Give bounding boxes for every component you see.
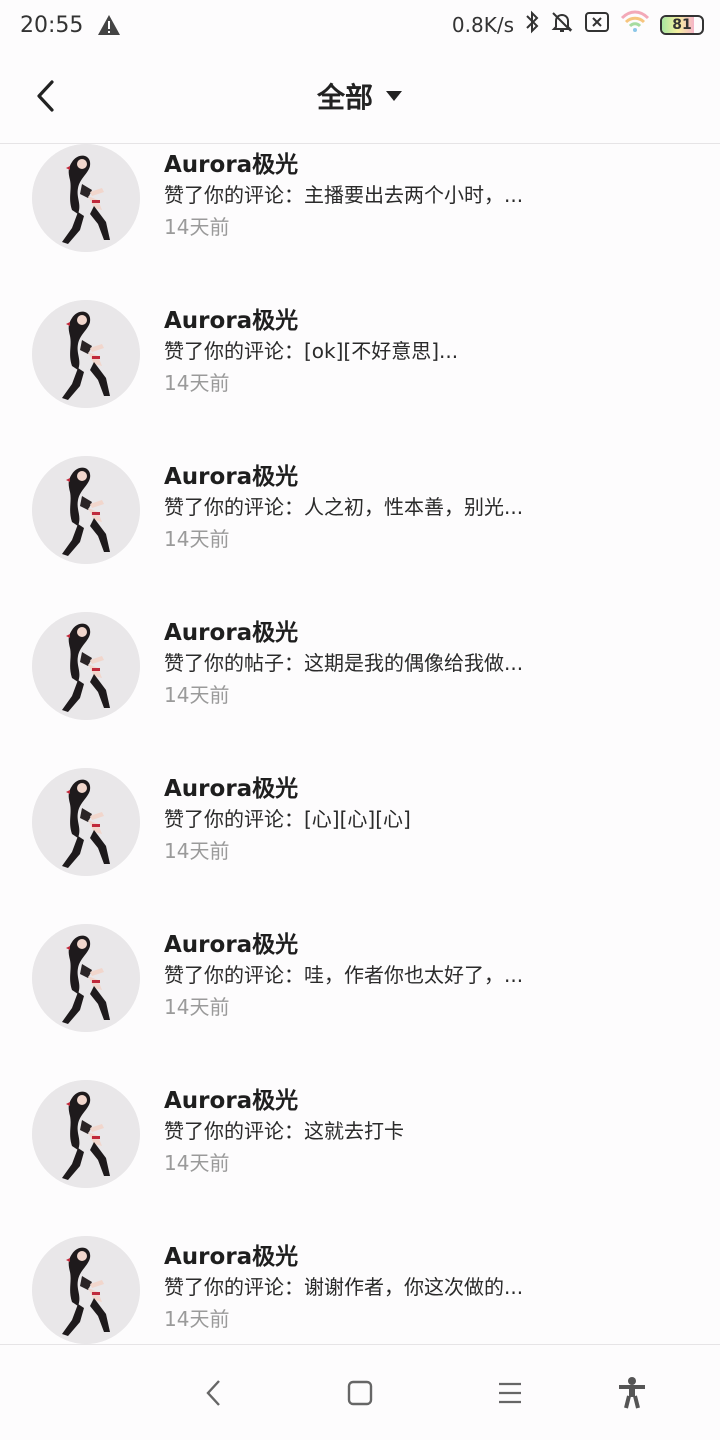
avatar[interactable] (32, 144, 140, 252)
nav-back-button[interactable] (194, 1373, 234, 1413)
avatar-image (32, 1236, 140, 1344)
nav-home-button[interactable] (340, 1373, 380, 1413)
nav-back-icon (206, 1380, 220, 1406)
avatar-image (32, 144, 140, 252)
nav-menu-button[interactable] (490, 1373, 530, 1413)
notification-message: 赞了你的评论：[ok][不好意思]... (164, 339, 459, 363)
avatar[interactable] (32, 456, 140, 564)
notification-user-name[interactable]: Aurora极光 (164, 769, 298, 803)
notification-message: 赞了你的评论：这就去打卡 (164, 1119, 404, 1143)
avatar[interactable] (32, 924, 140, 1032)
notification-user-name[interactable]: Aurora极光 (164, 457, 298, 491)
accessibility-icon (619, 1377, 645, 1409)
notification-time: 14天前 (164, 1151, 230, 1175)
sim-off-icon (584, 11, 610, 39)
notification-item[interactable]: Aurora极光 赞了你的评论：哇，作者你也太好了，... 14天前 (0, 872, 720, 1032)
notification-time: 14天前 (164, 839, 230, 863)
notification-message: 赞了你的帖子：这期是我的偶像给我做... (164, 651, 524, 675)
notification-message: 赞了你的评论：主播要出去两个小时，... (164, 183, 524, 207)
notification-time: 14天前 (164, 371, 230, 395)
status-time: 20:55 (20, 12, 84, 38)
nav-home-icon (347, 1380, 373, 1406)
avatar[interactable] (32, 1080, 140, 1188)
battery-indicator: 81 (660, 15, 704, 35)
header: 全部 (0, 50, 720, 144)
system-nav-bar (0, 1344, 720, 1440)
notification-time: 14天前 (164, 683, 230, 707)
notification-item[interactable]: Aurora极光 赞了你的评论：主播要出去两个小时，... 14天前 (0, 144, 720, 252)
notification-user-name[interactable]: Aurora极光 (164, 1237, 298, 1271)
wifi-icon (620, 10, 650, 40)
avatar[interactable] (32, 1236, 140, 1344)
notification-item[interactable]: Aurora极光 赞了你的评论：谢谢作者，你这次做的... 14天前 (0, 1184, 720, 1344)
avatar-image (32, 300, 140, 408)
filter-dropdown[interactable]: 全部 (0, 76, 720, 116)
notification-item[interactable]: Aurora极光 赞了你的帖子：这期是我的偶像给我做... 14天前 (0, 560, 720, 720)
bluetooth-icon (524, 10, 540, 40)
notification-item[interactable]: Aurora极光 赞了你的评论：人之初，性本善，别光... 14天前 (0, 404, 720, 564)
accessibility-button[interactable] (612, 1373, 652, 1413)
notification-message: 赞了你的评论：哇，作者你也太好了，... (164, 963, 524, 987)
bell-muted-icon (550, 10, 574, 40)
status-bar: 20:55 0.8K/s 81 (0, 0, 720, 50)
notification-user-name[interactable]: Aurora极光 (164, 925, 298, 959)
notification-time: 14天前 (164, 527, 230, 551)
notification-item[interactable]: Aurora极光 赞了你的评论：[心][心][心] 14天前 (0, 716, 720, 876)
page-title: 全部 (316, 81, 373, 114)
avatar[interactable] (32, 612, 140, 720)
caret-down-icon (386, 91, 402, 101)
battery-level: 81 (672, 17, 692, 33)
avatar-image (32, 924, 140, 1032)
avatar-image (32, 456, 140, 564)
notification-user-name[interactable]: Aurora极光 (164, 1081, 298, 1115)
avatar[interactable] (32, 768, 140, 876)
notification-time: 14天前 (164, 215, 230, 239)
avatar-image (32, 768, 140, 876)
status-right-group: 0.8K/s 81 (452, 10, 704, 40)
notification-item[interactable]: Aurora极光 赞了你的评论：这就去打卡 14天前 (0, 1028, 720, 1188)
net-speed: 0.8K/s (451, 13, 514, 37)
avatar-image (32, 612, 140, 720)
notification-time: 14天前 (164, 995, 230, 1019)
notification-list[interactable]: Aurora极光 赞了你的评论：主播要出去两个小时，... 14天前 Auror… (0, 144, 720, 1344)
nav-menu-icon (499, 1382, 521, 1404)
notification-message: 赞了你的评论：[心][心][心] (164, 807, 411, 831)
notification-message: 赞了你的评论：人之初，性本善，别光... (164, 495, 524, 519)
notification-message: 赞了你的评论：谢谢作者，你这次做的... (164, 1275, 524, 1299)
notification-time: 14天前 (164, 1307, 230, 1331)
notification-user-name[interactable]: Aurora极光 (164, 145, 298, 179)
notification-item[interactable]: Aurora极光 赞了你的评论：[ok][不好意思]... 14天前 (0, 248, 720, 408)
notification-user-name[interactable]: Aurora极光 (164, 613, 298, 647)
avatar-image (32, 1080, 140, 1188)
avatar[interactable] (32, 300, 140, 408)
notification-user-name[interactable]: Aurora极光 (164, 301, 298, 335)
warning-icon (97, 14, 121, 36)
